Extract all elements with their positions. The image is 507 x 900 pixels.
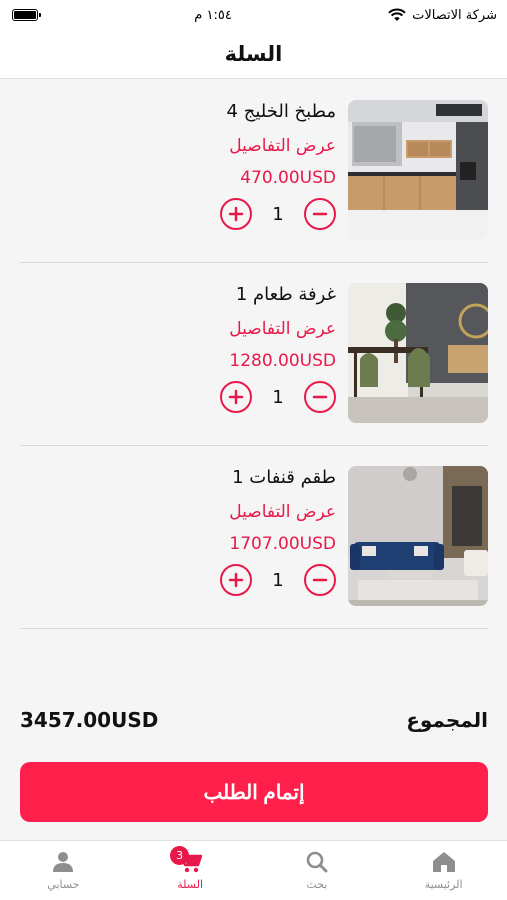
cart-list: مطبخ الخليج 4 عرض التفاصيل 470.00USD 1 غ… (20, 80, 488, 629)
product-name: غرفة طعام 1 (235, 284, 336, 305)
plus-icon (228, 206, 244, 222)
view-details-link[interactable]: عرض التفاصيل (20, 500, 336, 524)
search-icon (306, 851, 328, 872)
product-image-sofa-set[interactable] (348, 466, 488, 606)
user-icon (53, 851, 74, 872)
tab-search[interactable]: بحث (254, 841, 381, 900)
page-title: السلة (224, 42, 283, 66)
plus-icon (228, 572, 244, 588)
product-name: طقم قنفات 1 (232, 467, 336, 488)
product-info: غرفة طعام 1 عرض التفاصيل 1280.00USD 1 (20, 283, 336, 413)
product-image-dining-room[interactable] (348, 283, 488, 423)
product-price: 1707.00USD (229, 534, 336, 554)
cart-item: غرفة طعام 1 عرض التفاصيل 1280.00USD 1 (20, 263, 488, 446)
view-details-link[interactable]: عرض التفاصيل (20, 134, 336, 158)
minus-icon (312, 395, 328, 399)
tab-label: السلة (177, 877, 204, 891)
tab-label: بحث (306, 877, 328, 891)
wifi-icon (388, 8, 406, 21)
product-image-kitchen[interactable] (348, 100, 488, 240)
tab-account[interactable]: حسابي (0, 841, 127, 900)
quantity-value: 1 (272, 203, 284, 225)
product-info: مطبخ الخليج 4 عرض التفاصيل 470.00USD 1 (20, 100, 336, 230)
quantity-stepper: 1 (20, 564, 336, 596)
product-name: مطبخ الخليج 4 (226, 101, 336, 122)
quantity-value: 1 (272, 569, 284, 591)
decrease-quantity-button[interactable] (304, 198, 336, 230)
status-time: ١:٥٤ م (194, 7, 232, 23)
tab-label: حسابي (47, 877, 80, 891)
cart-screen: ١:٥٤ م شركة الاتصالات السلة مطبخ الخليج … (0, 0, 507, 900)
quantity-value: 1 (272, 386, 284, 408)
cart-item: مطبخ الخليج 4 عرض التفاصيل 470.00USD 1 (20, 80, 488, 263)
top-header: السلة (0, 30, 507, 79)
status-bar: ١:٥٤ م شركة الاتصالات (0, 0, 507, 30)
cart-count-badge: 3 (170, 846, 190, 865)
quantity-stepper: 1 (20, 198, 336, 230)
decrease-quantity-button[interactable] (304, 564, 336, 596)
product-info: طقم قنفات 1 عرض التفاصيل 1707.00USD 1 (20, 466, 336, 596)
cart-item: طقم قنفات 1 عرض التفاصيل 1707.00USD 1 (20, 446, 488, 629)
decrease-quantity-button[interactable] (304, 381, 336, 413)
total-value: 3457.00USD (20, 708, 159, 732)
increase-quantity-button[interactable] (220, 381, 252, 413)
carrier-name: شركة الاتصالات (412, 7, 497, 23)
view-details-link[interactable]: عرض التفاصيل (20, 317, 336, 341)
product-price: 470.00USD (240, 168, 336, 188)
product-price: 1280.00USD (229, 351, 336, 371)
increase-quantity-button[interactable] (220, 198, 252, 230)
bottom-tab-bar: الرئيسية بحث 3 السلة حسابي (0, 840, 507, 900)
tab-cart[interactable]: 3 السلة (127, 841, 254, 900)
increase-quantity-button[interactable] (220, 564, 252, 596)
tab-home[interactable]: الرئيسية (380, 841, 507, 900)
carrier-info: شركة الاتصالات (388, 8, 497, 23)
checkout-button[interactable]: إتمام الطلب (20, 762, 488, 822)
minus-icon (312, 578, 328, 582)
checkout-label: إتمام الطلب (203, 781, 305, 804)
battery-icon (12, 9, 41, 21)
minus-icon (312, 212, 328, 216)
total-label: المجموع (406, 708, 488, 732)
tab-label: الرئيسية (424, 877, 463, 891)
home-icon (432, 851, 455, 872)
plus-icon (228, 389, 244, 405)
quantity-stepper: 1 (20, 381, 336, 413)
cart-total: المجموع 3457.00USD (20, 700, 488, 740)
